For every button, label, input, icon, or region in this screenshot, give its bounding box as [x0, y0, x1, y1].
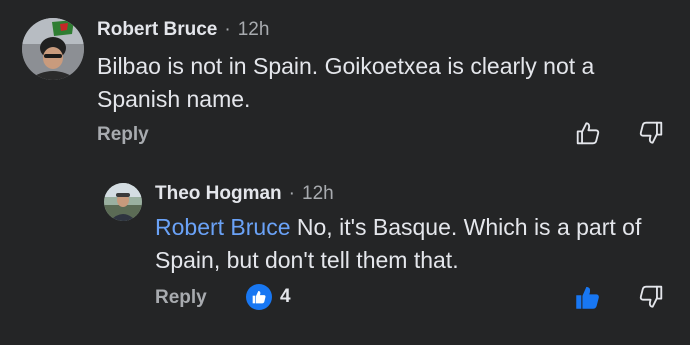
author-name[interactable]: Robert Bruce [97, 19, 217, 41]
avatar-theo-hogman[interactable] [104, 183, 142, 221]
reply-button[interactable]: Reply [97, 124, 149, 146]
like-reaction-icon [246, 284, 272, 310]
separator-dot: · [224, 19, 231, 40]
thumbs-up-filled-icon[interactable] [574, 284, 601, 311]
reply-header: Theo Hogman · 12h [155, 183, 334, 205]
reaction-summary[interactable]: 4 [246, 284, 291, 310]
timestamp[interactable]: 12h [238, 19, 270, 41]
thumbs-down-outline-icon[interactable] [638, 284, 664, 310]
reply-text: Robert Bruce No, it's Basque. Which is a… [155, 211, 665, 277]
comment-thread: Robert Bruce · 12h Bilbao is not in Spai… [0, 0, 690, 345]
reply-button[interactable]: Reply [155, 287, 207, 309]
reaction-count: 4 [280, 286, 291, 307]
mention-link[interactable]: Robert Bruce [155, 214, 291, 240]
author-name[interactable]: Theo Hogman [155, 183, 282, 205]
timestamp[interactable]: 12h [302, 183, 334, 205]
thumbs-up-outline-icon[interactable] [575, 120, 601, 146]
avatar-robert-bruce[interactable] [22, 18, 84, 80]
thumbs-down-outline-icon[interactable] [638, 120, 664, 146]
comment-header: Robert Bruce · 12h [97, 19, 269, 41]
separator-dot: · [288, 183, 295, 204]
comment-text: Bilbao is not in Spain. Goikoetxea is cl… [97, 53, 595, 112]
